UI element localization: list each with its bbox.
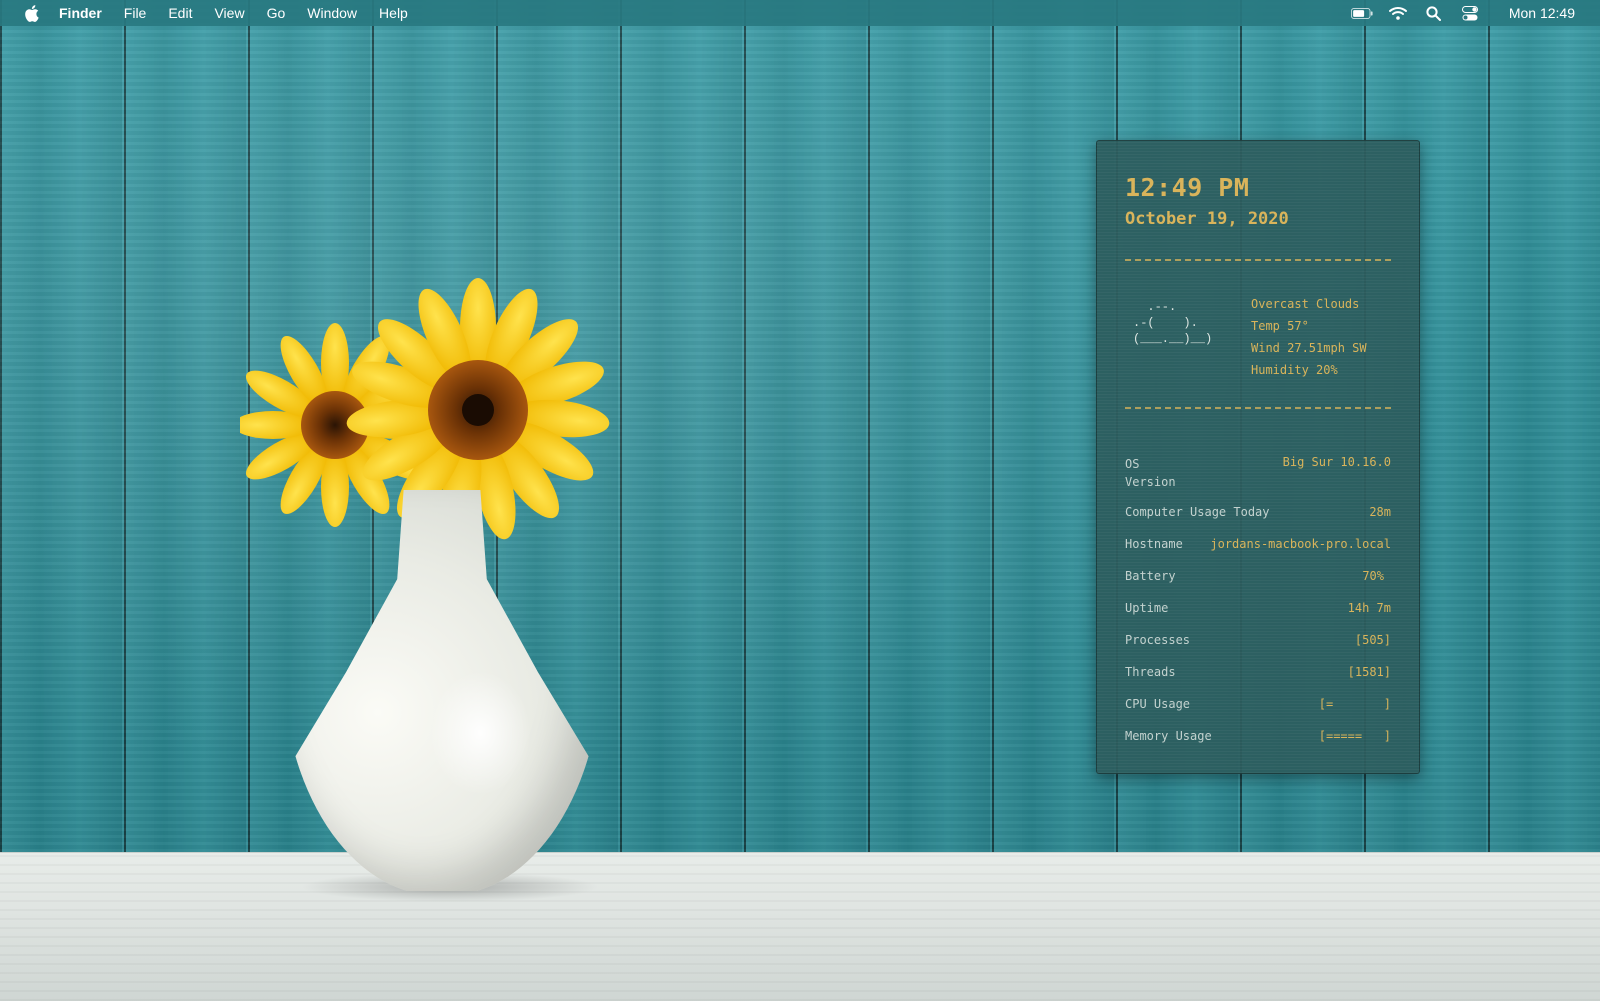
stat-label: OS Version <box>1125 457 1176 489</box>
widget-time: 12:49 PM <box>1125 173 1250 202</box>
apple-logo-icon[interactable] <box>14 4 48 22</box>
stat-label: Computer Usage Today <box>1125 505 1270 519</box>
menu-bar: Finder File Edit View Go Window Help Mon… <box>0 0 1600 26</box>
weather-info: Overcast Clouds Temp 57° Wind 27.51mph S… <box>1251 293 1367 381</box>
menu-file[interactable]: File <box>113 0 158 26</box>
menu-window[interactable]: Window <box>296 0 368 26</box>
stat-row-processes: Processes [505] <box>1125 633 1391 647</box>
stat-row-cpu-usage: CPU Usage [= ] <box>1125 697 1391 711</box>
stat-label: Memory Usage <box>1125 729 1212 743</box>
stat-row-uptime: Uptime 14h 7m <box>1125 601 1391 615</box>
weather-temp: Temp 57° <box>1251 319 1309 333</box>
stat-value: 28m <box>1369 505 1391 519</box>
stat-row-battery: Battery 70% <box>1125 569 1391 583</box>
stat-value: [===== ] <box>1318 729 1391 743</box>
stat-value: [1581] <box>1347 665 1391 679</box>
system-info-widget: 12:49 PM October 19, 2020 .--. .-( ). (_… <box>1096 140 1420 774</box>
menu-app-finder[interactable]: Finder <box>48 0 113 26</box>
stat-label: CPU Usage <box>1125 697 1191 711</box>
menu-view[interactable]: View <box>203 0 255 26</box>
stat-value: [505] <box>1354 633 1391 647</box>
weather-wind: Wind 27.51mph SW <box>1251 341 1367 355</box>
stat-value: Big Sur 10.16.0 <box>1282 455 1391 469</box>
widget-divider <box>1125 259 1391 261</box>
stat-row-os-version: OS Version Big Sur 10.16.0 <box>1125 455 1391 491</box>
cloud-ascii-icon: .--. .-( ). (___.__)__) <box>1133 300 1213 346</box>
stat-label: Processes <box>1125 633 1191 647</box>
weather-condition: Overcast Clouds <box>1251 297 1360 311</box>
wifi-icon[interactable] <box>1387 2 1409 24</box>
widget-divider <box>1125 407 1391 409</box>
search-icon[interactable] <box>1423 2 1445 24</box>
menu-edit[interactable]: Edit <box>157 0 203 26</box>
menubar-clock[interactable]: Mon 12:49 <box>1498 0 1586 26</box>
wallpaper-table-surface <box>0 852 1600 1001</box>
stat-row-hostname: Hostname jordans-macbook-pro.local <box>1125 537 1391 551</box>
stat-label: Uptime <box>1125 601 1169 615</box>
menu-help[interactable]: Help <box>368 0 419 26</box>
stat-label: Hostname <box>1125 537 1183 551</box>
stat-label: Battery <box>1125 569 1176 583</box>
stat-row-memory-usage: Memory Usage [===== ] <box>1125 729 1391 743</box>
stat-value: jordans-macbook-pro.local <box>1210 537 1391 551</box>
stat-label: Threads <box>1125 665 1176 679</box>
stat-row-threads: Threads [1581] <box>1125 665 1391 679</box>
menu-go[interactable]: Go <box>256 0 297 26</box>
widget-date: October 19, 2020 <box>1125 209 1289 229</box>
battery-icon[interactable] <box>1350 2 1373 24</box>
weather-humidity: Humidity 20% <box>1251 363 1338 377</box>
stat-value: [= ] <box>1318 697 1391 711</box>
stat-value: 14h 7m <box>1347 601 1391 615</box>
control-center-icon[interactable] <box>1459 2 1481 24</box>
stat-row-computer-usage: Computer Usage Today 28m <box>1125 505 1391 519</box>
stat-value: 70% <box>1362 569 1384 583</box>
